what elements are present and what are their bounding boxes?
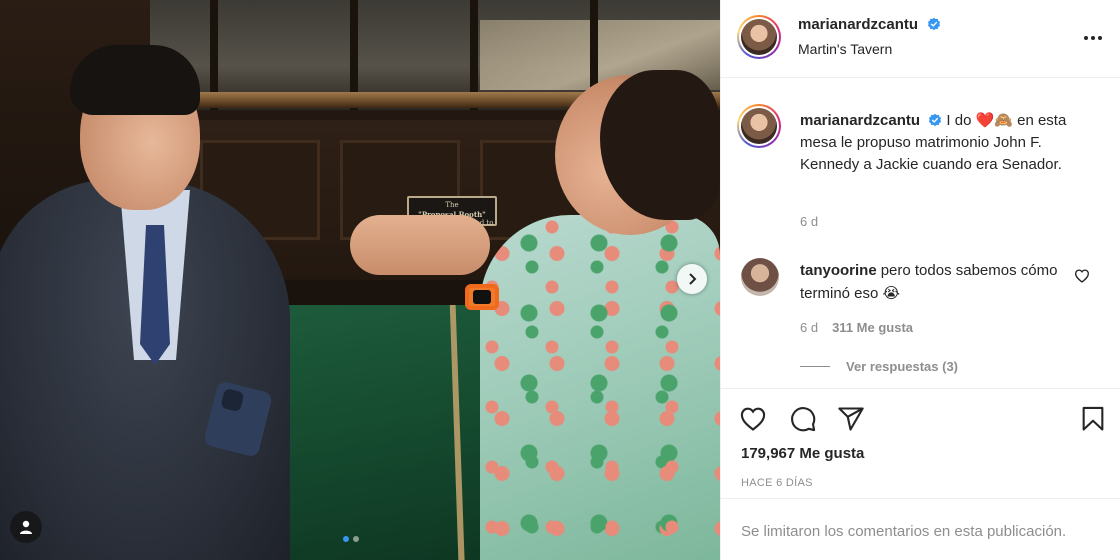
smartwatch [465,284,499,310]
replies-divider [800,366,830,367]
carousel-dot-2 [353,536,359,542]
commenter-avatar[interactable] [741,258,779,296]
view-replies-button[interactable]: Ver respuestas (3) [800,359,958,374]
chevron-right-icon [689,273,697,285]
tagged-users-button[interactable] [10,511,42,543]
post-header: marianardzcantu Martin's Tavern [721,0,1120,78]
save-button[interactable] [1077,403,1109,435]
like-button[interactable] [737,403,769,435]
post-photo[interactable]: The "Proposal Booth" Where JFK proposed … [0,0,720,560]
user-tag-icon [20,520,32,534]
post-caption: marianardzcantu I do ❤️🙈 en esta mesa le… [800,110,1090,176]
carousel-dot-1 [343,536,349,542]
comment-icon [791,407,816,432]
view-replies-label: Ver respuestas (3) [846,359,959,374]
heart-icon [740,407,766,431]
post-actions: 179,967 Me gusta HACE 6 DÍAS [721,388,1120,498]
heart-icon [1074,269,1090,283]
caption-author-avatar[interactable] [737,104,781,148]
comment-button[interactable] [787,403,819,435]
carousel-next-button[interactable] [677,264,707,294]
share-icon [838,407,864,431]
post-likes-count[interactable]: 179,967 Me gusta [741,445,864,462]
holding-hands [350,215,490,275]
post-location[interactable]: Martin's Tavern [798,41,892,57]
comment-username[interactable]: tanyoorine [800,262,877,279]
carousel-indicator [343,536,359,542]
author-username[interactable]: marianardzcantu [798,16,918,33]
comment-meta: 6 d 311 Me gusta [800,320,913,335]
share-button[interactable] [835,403,867,435]
comment-likes[interactable]: 311 Me gusta [832,320,913,335]
comment-timestamp[interactable]: 6 d [800,320,818,335]
verified-badge-icon [927,17,940,31]
more-options-icon [1084,36,1102,40]
verified-badge-icon [929,113,942,127]
more-options-button[interactable] [1081,26,1105,50]
caption-username[interactable]: marianardzcantu [800,112,920,129]
post-timestamp[interactable]: HACE 6 DÍAS [741,477,813,489]
comment-item: tanyoorine pero todos sabemos cómo termin… [800,259,1060,305]
comments-limited-notice: Se limitaron los comentarios en esta pub… [721,498,1120,560]
caption-timestamp[interactable]: 6 d [800,214,818,229]
post-sidebar: marianardzcantu Martin's Tavern marianar… [720,0,1120,560]
comment-like-button[interactable] [1074,268,1090,284]
bookmark-icon [1082,406,1104,431]
author-avatar[interactable] [737,15,781,59]
